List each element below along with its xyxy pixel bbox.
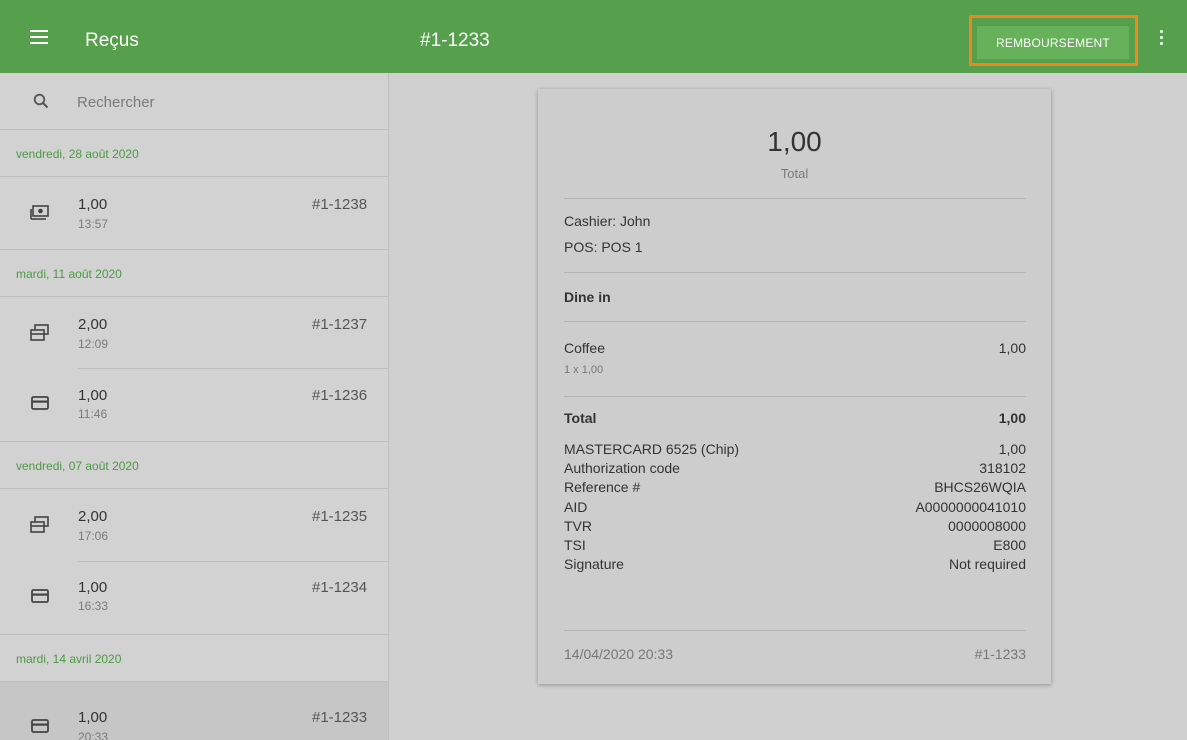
date-header: mardi, 14 avril 2020: [0, 635, 388, 682]
receipt-number: #1-1238: [312, 196, 368, 213]
line-item-detail: 1 x 1,00: [564, 364, 604, 376]
pos-name: POS: POS 1: [564, 239, 643, 255]
payment-detail-label: Authorization code: [564, 460, 680, 476]
receipt-amount: 1,00: [78, 579, 108, 596]
receipt-list-item-selected[interactable]: 1,00 20:33 #1-1233: [0, 682, 388, 740]
refund-button[interactable]: REMBOURSEMENT: [977, 26, 1129, 59]
payment-detail-label: TSI: [564, 537, 586, 553]
receipt-number: #1-1233: [312, 709, 368, 726]
receipt-list-item[interactable]: 1,00 11:46 #1-1236: [0, 369, 388, 441]
receipt-time: 17:06: [78, 529, 109, 543]
receipt-list-item[interactable]: 2,00 12:09 #1-1237: [0, 297, 388, 369]
hamburger-menu-icon[interactable]: [30, 30, 48, 44]
line-item-price: 1,00: [998, 340, 1026, 356]
receipt-list-item[interactable]: 1,00 16:33 #1-1234: [0, 562, 388, 634]
divider: [564, 321, 1026, 322]
card-icon: [31, 396, 49, 410]
top-app-bar: Reçus #1-1233 REMBOURSEMENT: [0, 0, 1187, 73]
receipt-time: 20:33: [78, 730, 109, 740]
search-bar: [0, 73, 388, 130]
receipt-amount: 2,00: [78, 508, 108, 525]
receipt-amount: 1,00: [78, 387, 108, 404]
payment-detail-value: Not required: [948, 556, 1026, 572]
receipt-time: 13:57: [78, 217, 109, 231]
receipt-amount: 1,00: [78, 709, 108, 726]
payment-detail-value: E800: [993, 537, 1026, 553]
cash-icon: [30, 205, 49, 220]
receipt-number: #1-1236: [312, 387, 368, 404]
receipt-list-item[interactable]: 1,00 13:57 #1-1238: [0, 177, 388, 249]
line-item-name: Coffee: [564, 340, 605, 356]
payment-detail-label: Signature: [564, 556, 624, 572]
receipts-list-panel: vendredi, 28 août 2020 1,00 13:57 #1-123…: [0, 73, 389, 740]
receipt-number: #1-1234: [312, 579, 368, 596]
receipt-title: #1-1233: [420, 30, 490, 51]
divider: [564, 396, 1026, 397]
card-icon: [31, 589, 49, 603]
total-row-value: 1,00: [998, 410, 1026, 426]
dining-option: Dine in: [564, 289, 611, 305]
receipt-total-amount: 1,00: [767, 126, 822, 157]
payment-detail-value: 318102: [979, 460, 1026, 476]
split-payment-icon: [30, 516, 49, 533]
payment-detail-label: TVR: [564, 518, 592, 534]
divider: [564, 272, 1026, 273]
divider: [564, 198, 1026, 199]
date-header: vendredi, 07 août 2020: [0, 442, 388, 489]
cashier-name: Cashier: John: [564, 213, 651, 229]
receipt-time: 16:33: [78, 599, 109, 613]
receipt-number: #1-1237: [312, 316, 368, 333]
date-header: mardi, 11 août 2020: [0, 250, 388, 297]
more-options-icon[interactable]: [1160, 30, 1164, 46]
card-icon: [31, 719, 49, 733]
receipt-number: #1-1235: [312, 508, 368, 525]
payment-detail-label: Reference #: [564, 479, 641, 495]
split-payment-icon: [30, 324, 49, 341]
receipt-amount: 2,00: [78, 316, 108, 333]
payment-detail-value: 0000008000: [948, 518, 1026, 534]
receipt-datetime: 14/04/2020 20:33: [564, 646, 673, 662]
date-header: vendredi, 28 août 2020: [0, 130, 388, 177]
search-icon[interactable]: [33, 93, 49, 109]
payment-detail-value: A0000000041010: [915, 499, 1026, 515]
search-input[interactable]: [77, 91, 357, 113]
divider: [564, 630, 1026, 631]
payment-detail-label: MASTERCARD 6525 (Chip): [564, 441, 740, 457]
receipt-footer-number: #1-1233: [974, 646, 1026, 662]
payment-detail-value: 1,00: [998, 441, 1026, 457]
app-title: Reçus: [85, 30, 139, 51]
receipt-time: 12:09: [78, 337, 109, 351]
payment-detail-label: AID: [564, 499, 588, 515]
receipt-amount: 1,00: [78, 196, 108, 213]
payment-detail-value: BHCS26WQIA: [934, 479, 1026, 495]
receipt-detail-card: 1,00 Total Cashier: John POS: POS 1 Dine…: [538, 89, 1051, 684]
total-row-label: Total: [564, 410, 597, 426]
receipt-total-label: Total: [780, 166, 809, 181]
receipt-list-item[interactable]: 2,00 17:06 #1-1235: [0, 489, 388, 561]
receipt-time: 11:46: [78, 407, 108, 421]
